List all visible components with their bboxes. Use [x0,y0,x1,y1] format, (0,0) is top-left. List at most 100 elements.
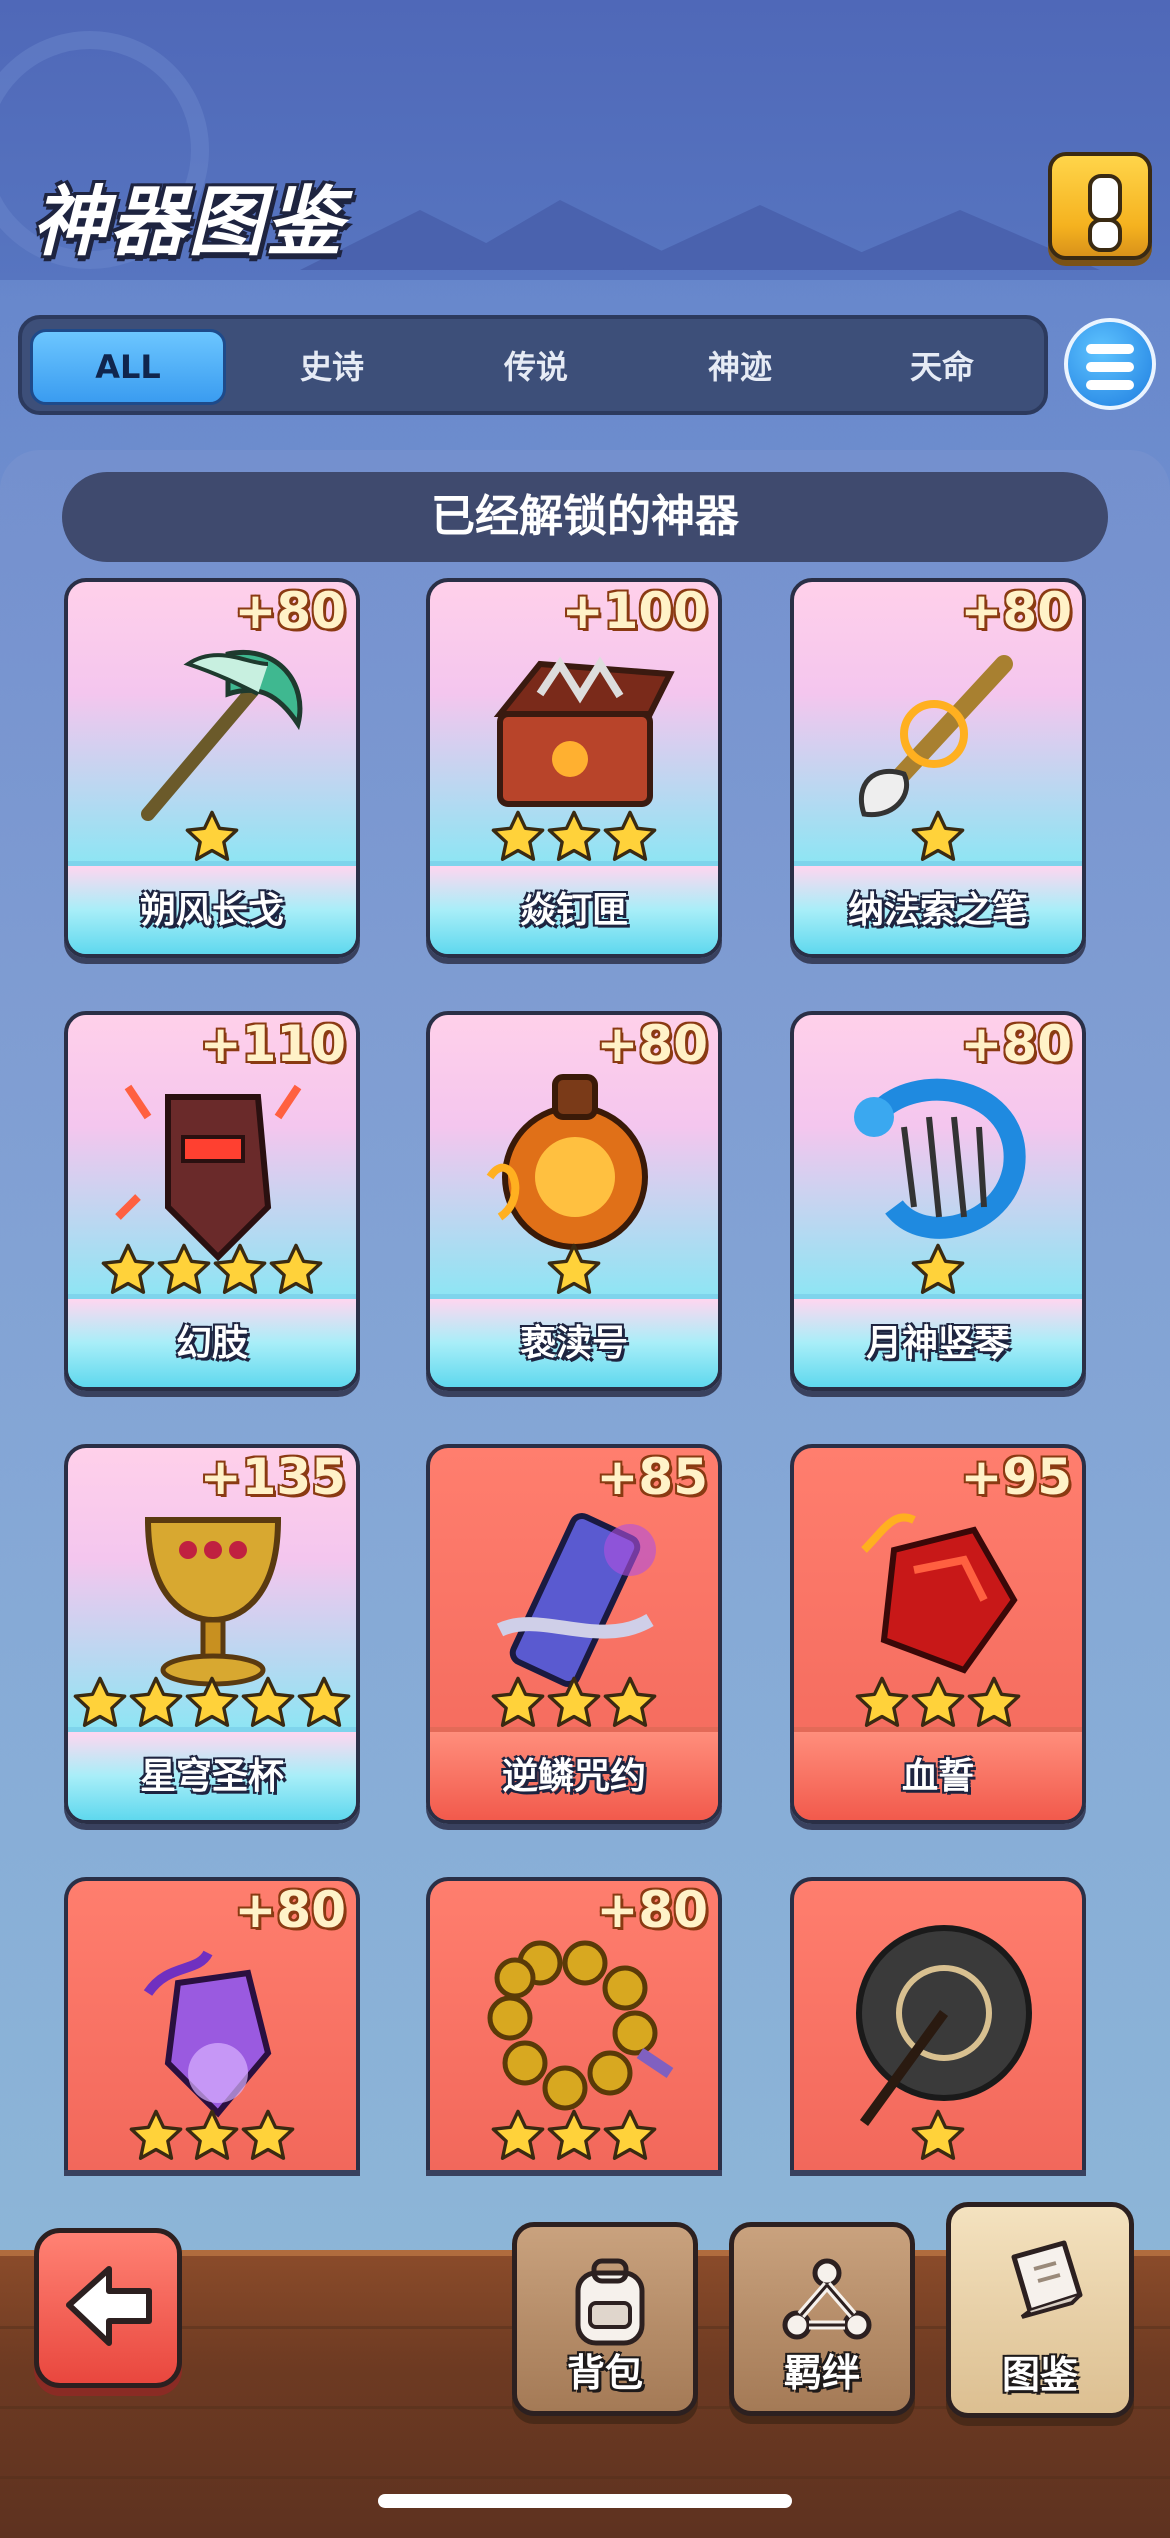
page-title: 神器图鉴 [32,177,344,266]
artifact-bonus: +100 [561,582,708,640]
back-button[interactable] [34,2228,182,2388]
artifact-bonus: +85 [596,1448,708,1506]
star-icon [99,1241,157,1299]
home-indicator[interactable] [378,2494,792,2508]
filter-button[interactable] [1064,318,1156,410]
star-icon [239,1674,297,1732]
artifact-card[interactable]: +80 [426,1877,722,2170]
star-rating [68,2107,356,2170]
artifact-bonus: +80 [596,1015,708,1073]
tab-epic[interactable]: 史诗 [234,329,430,405]
artifact-bonus: +95 [960,1448,1072,1506]
artifact-card[interactable] [790,1877,1086,2170]
artifact-bonus: +80 [960,582,1072,640]
artifact-card[interactable]: +135 星穹圣杯 [64,1444,360,1824]
artifact-bonus: +80 [234,582,346,640]
star-icon [239,2107,297,2165]
star-icon [601,808,659,866]
harp-icon [834,1057,1044,1267]
artifact-card[interactable]: +80 亵渎号 [426,1011,722,1391]
chalice-icon [108,1490,318,1700]
lantern-icon [470,1057,680,1267]
section-title: 已经解锁的神器 [62,472,1108,562]
star-icon [71,1674,129,1732]
star-icon [965,1674,1023,1732]
artifact-name: 月神竖琴 [794,1294,1082,1387]
artifact-name: 血誓 [794,1727,1082,1820]
umbrella-icon [834,1923,1044,2133]
artifact-name: 星穹圣杯 [68,1727,356,1820]
star-icon [267,1241,325,1299]
artifact-card[interactable]: +80 朔风长戈 [64,578,360,958]
artifact-bonus: +80 [234,1881,346,1939]
exclamation-dot [1088,218,1122,252]
artifact-name: 焱钉匣 [430,861,718,954]
artifact-card[interactable]: +85 逆鳞咒约 [426,1444,722,1824]
artifact-bonus: +80 [960,1015,1072,1073]
halberd-icon [108,624,318,834]
star-icon [489,1674,547,1732]
star-icon [853,1674,911,1732]
star-icon [601,1674,659,1732]
star-icon [545,1241,603,1299]
artifact-bonus: +135 [199,1448,346,1506]
bond-icon [782,2258,872,2340]
star-icon [127,2107,185,2165]
nav-backpack[interactable]: 背包 [512,2222,698,2416]
artifact-bonus: +110 [199,1015,346,1073]
gauntlet-icon [108,1057,318,1267]
star-icon [909,2107,967,2165]
arrow-left-icon [66,2266,152,2346]
star-icon [545,2107,603,2165]
star-icon [909,808,967,866]
exclamation-icon [1088,174,1122,222]
star-icon [127,1674,185,1732]
artifact-name: 纳法索之笔 [794,861,1082,954]
star-icon [183,808,241,866]
star-icon [909,1674,967,1732]
star-icon [155,1241,213,1299]
tab-miracle[interactable]: 神迹 [642,329,838,405]
artifact-name: 逆鳞咒约 [430,1727,718,1820]
nav-bond-label: 羁绊 [783,2351,860,2395]
tab-legend[interactable]: 传说 [438,329,634,405]
star-icon [211,1241,269,1299]
artifact-name: 朔风长戈 [68,861,356,954]
artifact-name: 亵渎号 [430,1294,718,1387]
star-icon [909,1241,967,1299]
nav-codex-label: 图鉴 [1001,2353,1078,2397]
star-icon [545,808,603,866]
artifact-card[interactable]: +80 [64,1877,360,2170]
nav-codex[interactable]: 图鉴 [946,2202,1134,2418]
purple-crystal-icon [108,1923,318,2133]
scroll-icon [470,1490,680,1700]
star-icon [545,1674,603,1732]
help-button[interactable] [1048,152,1152,260]
artifact-card[interactable]: +80 纳法索之笔 [790,578,1086,958]
artifact-card[interactable]: +100 焱钉匣 [426,578,722,958]
nav-bond[interactable]: 羁绊 [729,2222,915,2416]
star-icon [489,2107,547,2165]
star-icon [183,1674,241,1732]
artifact-card[interactable]: +95 血誓 [790,1444,1086,1824]
tab-destiny[interactable]: 天命 [844,329,1040,405]
star-icon [489,808,547,866]
box-icon [470,624,680,834]
artifact-card[interactable]: +80 月神竖琴 [790,1011,1086,1391]
star-icon [601,2107,659,2165]
star-rating [794,2107,1082,2170]
beads-icon [470,1923,680,2133]
star-rating [430,2107,718,2170]
blood-gem-icon [834,1490,1044,1700]
artifact-name: 幻肢 [68,1294,356,1387]
star-icon [295,1674,353,1732]
star-icon [183,2107,241,2165]
artifact-card[interactable]: +110 幻肢 [64,1011,360,1391]
backpack-icon [575,2258,645,2346]
rarity-tabs: ALL 史诗 传说 神迹 天命 [18,315,1048,415]
tab-all[interactable]: ALL [30,329,226,405]
book-icon [1011,2240,1083,2319]
brush-icon [834,624,1044,834]
nav-backpack-label: 背包 [566,2351,643,2395]
artifact-bonus: +80 [596,1881,708,1939]
